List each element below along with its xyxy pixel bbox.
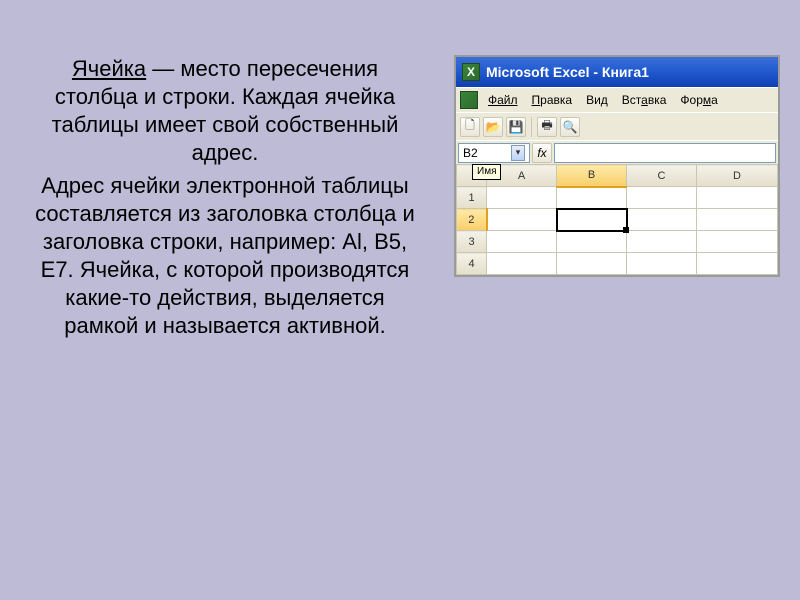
print-button[interactable]: 🖶 <box>537 117 557 137</box>
row-header-3[interactable]: 3 <box>457 231 487 253</box>
cell-b3[interactable] <box>557 231 627 253</box>
name-box-tooltip: Имя <box>472 164 501 180</box>
preview-button[interactable]: 🔍 <box>560 117 580 137</box>
worksheet: A B C D 1 2 3 <box>456 164 778 275</box>
col-header-c[interactable]: C <box>627 165 697 187</box>
excel-window: Microsoft Excel - Книга1 Файл Правка Вид… <box>454 55 780 277</box>
paragraph-1: Ячейка — место пересечения столбца и стр… <box>35 55 415 168</box>
col-header-d[interactable]: D <box>697 165 778 187</box>
cell-b2[interactable] <box>557 209 627 231</box>
row-header-4[interactable]: 4 <box>457 253 487 275</box>
cell-c4[interactable] <box>627 253 697 275</box>
menu-file[interactable]: Файл <box>482 91 524 109</box>
name-box-dropdown-icon[interactable]: ▾ <box>511 145 525 161</box>
row-header-1[interactable]: 1 <box>457 187 487 209</box>
menu-bar: Файл Правка Вид Вставка Форма <box>456 87 778 112</box>
workbook-icon <box>460 91 478 109</box>
formula-bar-row: B2 ▾ fx <box>456 140 778 164</box>
menu-format[interactable]: Форма <box>674 91 723 109</box>
name-box-value: B2 <box>463 146 478 160</box>
formula-input[interactable] <box>554 143 776 163</box>
cell-d4[interactable] <box>697 253 778 275</box>
paragraph-2: Адрес ячейки электронной таблицы составл… <box>35 172 415 341</box>
new-button[interactable]: 🗋 <box>460 117 480 137</box>
slide-text: Ячейка — место пересечения столбца и стр… <box>35 55 415 341</box>
cell-d3[interactable] <box>697 231 778 253</box>
menu-edit[interactable]: Правка <box>526 91 579 109</box>
grid: A B C D 1 2 3 <box>456 164 778 275</box>
fx-button[interactable]: fx <box>532 143 552 163</box>
window-title: Microsoft Excel - Книга1 <box>486 64 649 80</box>
cell-a3[interactable] <box>487 231 557 253</box>
cell-a2[interactable] <box>487 209 557 231</box>
row-header-2[interactable]: 2 <box>457 209 487 231</box>
cell-a4[interactable] <box>487 253 557 275</box>
cell-c2[interactable] <box>627 209 697 231</box>
term-cell: Ячейка <box>72 56 146 81</box>
name-box[interactable]: B2 ▾ <box>458 143 530 163</box>
standard-toolbar: 🗋 📂 💾 🖶 🔍 <box>456 112 778 140</box>
menu-insert[interactable]: Вставка <box>616 91 673 109</box>
menu-view[interactable]: Вид <box>580 91 614 109</box>
separator <box>531 117 532 137</box>
cell-c3[interactable] <box>627 231 697 253</box>
titlebar: Microsoft Excel - Книга1 <box>456 57 778 87</box>
cell-b4[interactable] <box>557 253 627 275</box>
excel-icon <box>462 63 480 81</box>
save-button[interactable]: 💾 <box>506 117 526 137</box>
col-header-b[interactable]: B <box>557 165 627 187</box>
open-button[interactable]: 📂 <box>483 117 503 137</box>
cell-c1[interactable] <box>627 187 697 209</box>
cell-b1[interactable] <box>557 187 627 209</box>
cell-a1[interactable] <box>487 187 557 209</box>
cell-d2[interactable] <box>697 209 778 231</box>
cell-d1[interactable] <box>697 187 778 209</box>
